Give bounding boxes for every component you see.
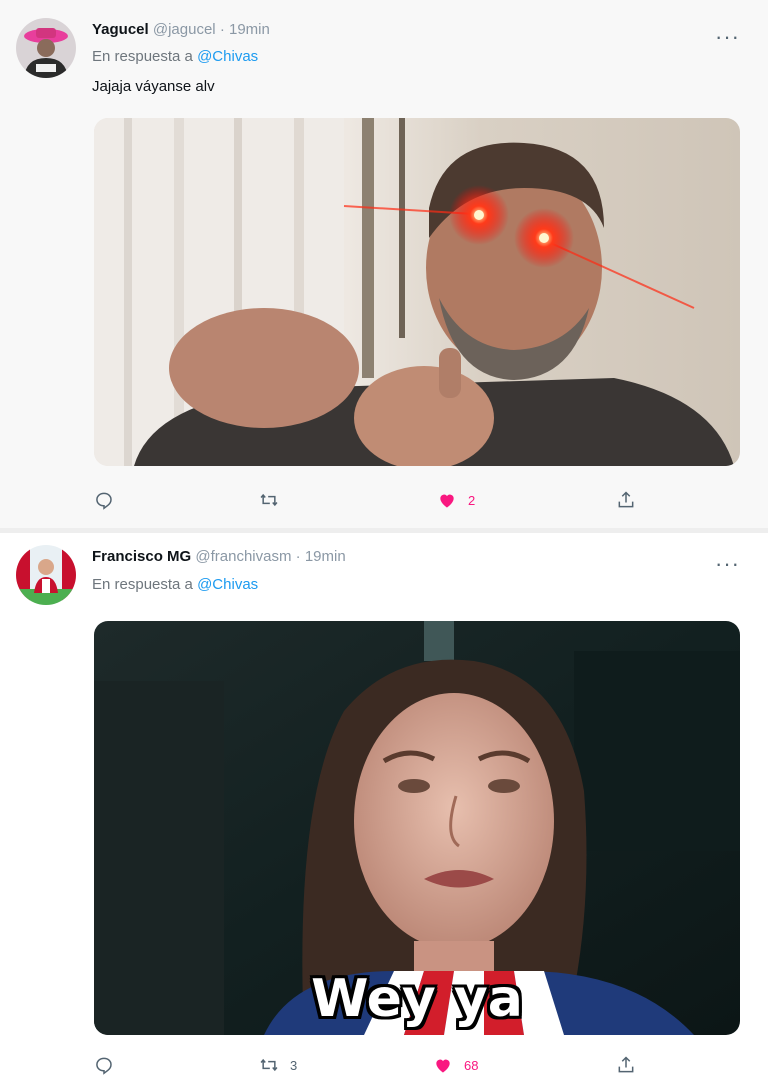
like-count: 2	[468, 492, 476, 508]
heart-icon	[436, 490, 458, 510]
reply-button[interactable]	[94, 1053, 124, 1077]
reply-prefix: En respuesta a	[92, 576, 193, 593]
retweet-button[interactable]	[258, 488, 290, 512]
share-button[interactable]	[616, 488, 636, 512]
meme-caption: Wey ya	[311, 969, 523, 1029]
tweet-actions: 2	[92, 488, 652, 512]
tweet-header: Yagucel @jagucel · 19min	[92, 20, 270, 40]
tweet[interactable]: Francisco MG @franchivasm · 19min ··· En…	[0, 533, 768, 1082]
avatar[interactable]	[16, 545, 76, 605]
retweet-button[interactable]: 3	[258, 1053, 297, 1077]
retweet-icon	[258, 490, 280, 510]
like-button[interactable]: 68	[432, 1053, 478, 1077]
reply-button[interactable]	[94, 488, 124, 512]
mention-link[interactable]: @Chivas	[197, 48, 258, 65]
more-icon[interactable]: ···	[715, 553, 740, 575]
reply-icon	[94, 1055, 114, 1075]
tweet-actions: 3 68	[92, 1053, 652, 1077]
display-name[interactable]: Francisco MG	[92, 548, 191, 565]
share-icon	[616, 490, 636, 510]
reply-prefix: En respuesta a	[92, 48, 193, 65]
more-icon[interactable]: ···	[715, 26, 740, 48]
separator: ·	[219, 21, 225, 38]
handle[interactable]: @franchivasm	[195, 548, 291, 565]
heart-icon	[432, 1055, 454, 1075]
timestamp[interactable]: 19min	[229, 21, 270, 38]
tweet-media[interactable]	[94, 118, 740, 466]
reply-context: En respuesta a @Chivas	[92, 576, 258, 593]
avatar[interactable]	[16, 18, 76, 78]
display-name[interactable]: Yagucel	[92, 21, 149, 38]
tweet-header: Francisco MG @franchivasm · 19min	[92, 547, 346, 567]
retweet-count: 3	[290, 1057, 298, 1073]
tweet-media[interactable]: Wey ya	[94, 621, 740, 1035]
timestamp[interactable]: 19min	[305, 548, 346, 565]
mention-link[interactable]: @Chivas	[197, 576, 258, 593]
separator: ·	[295, 548, 301, 565]
share-icon	[616, 1055, 636, 1075]
share-button[interactable]	[616, 1053, 636, 1077]
reply-context: En respuesta a @Chivas	[92, 48, 258, 65]
like-count: 68	[464, 1057, 479, 1073]
like-button[interactable]: 2	[436, 488, 475, 512]
retweet-icon	[258, 1055, 280, 1075]
tweet-text: Jajaja váyanse alv	[92, 78, 215, 95]
reply-icon	[94, 490, 114, 510]
tweet[interactable]: Yagucel @jagucel · 19min ··· En respuest…	[0, 0, 768, 528]
handle[interactable]: @jagucel	[153, 21, 216, 38]
